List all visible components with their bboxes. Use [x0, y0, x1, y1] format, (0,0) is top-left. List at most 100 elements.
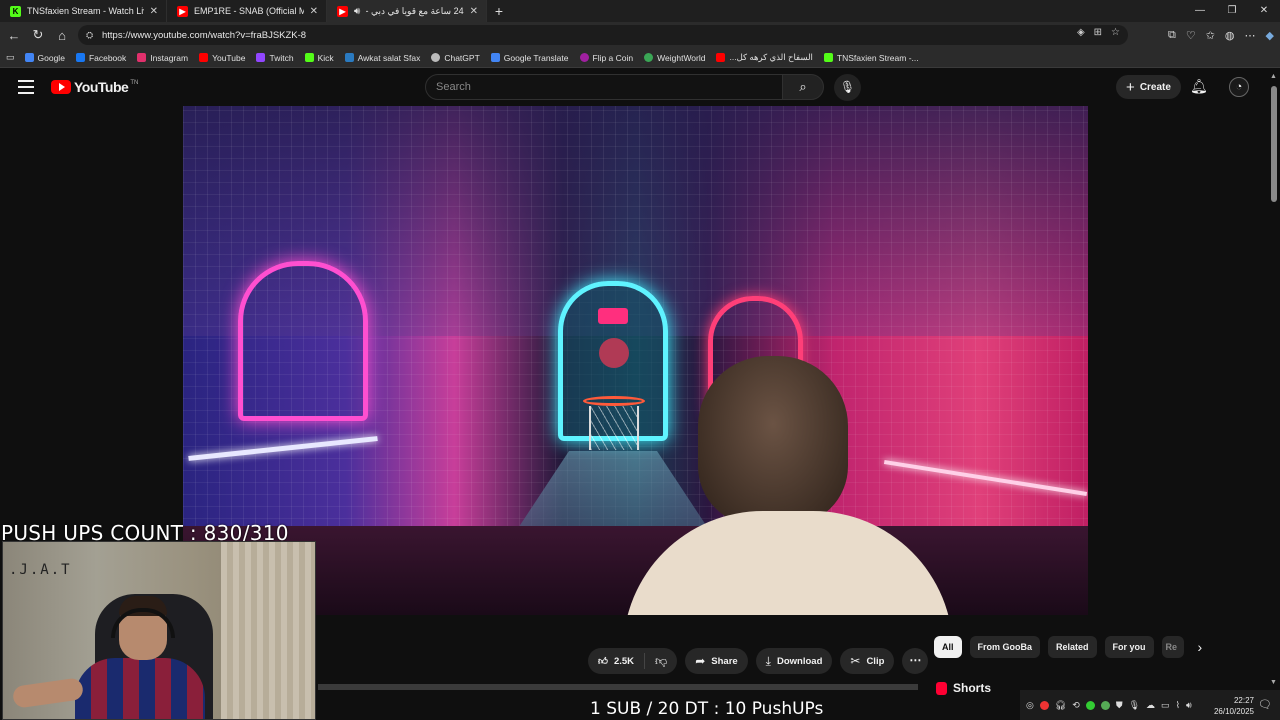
minimize-icon[interactable]: —	[1184, 0, 1216, 22]
home-icon[interactable]: ⌂	[50, 28, 74, 43]
clip-button[interactable]: ✂ Clip	[840, 648, 895, 674]
youtube-header: YouTube TN Search ⌕ 🎙︎ + Create 🔔︎ ◔	[0, 69, 1268, 106]
bookmark-youtube[interactable]: YouTube	[199, 53, 245, 63]
scrollbar-thumb[interactable]	[1271, 86, 1277, 202]
reload-icon[interactable]: ↻	[26, 27, 50, 43]
bookmark-weightworld[interactable]: WeightWorld	[644, 53, 705, 63]
site-info-icon[interactable]: ⛭	[86, 30, 96, 41]
maximize-icon[interactable]: ❐	[1216, 0, 1248, 22]
bookmark-chatgpt[interactable]: ChatGPT	[431, 53, 480, 63]
close-icon[interactable]: ✕	[150, 6, 158, 17]
notification-center-icon[interactable]: 🗨︎	[1258, 698, 1272, 711]
browser-essentials-icon[interactable]: ♡	[1186, 29, 1196, 42]
translate-icon	[490, 53, 500, 62]
favorites-icon[interactable]: ✩	[1206, 29, 1215, 42]
browser-tab[interactable]: K TNSfaxien Stream - Watch Live on ✕	[0, 0, 167, 22]
tracking-icon[interactable]: ◈	[1077, 27, 1085, 38]
close-icon[interactable]: ✕	[470, 6, 478, 17]
speaker-icon[interactable]: 🔊︎	[354, 6, 360, 17]
kick-icon	[823, 53, 833, 62]
like-button[interactable]: 👍︎ 2.5K	[588, 653, 646, 669]
favorite-star-icon[interactable]: ☆	[1111, 27, 1120, 38]
nvidia-icon[interactable]	[1085, 700, 1095, 710]
profile-icon[interactable]: ◍	[1225, 29, 1235, 42]
instagram-icon	[137, 53, 147, 62]
dislike-button[interactable]: 👎︎	[645, 654, 677, 669]
notifications-bell-icon[interactable]: 🔔︎	[1190, 78, 1208, 95]
app-available-icon[interactable]: ⊞	[1094, 27, 1102, 38]
create-button[interactable]: + Create	[1116, 75, 1181, 99]
chip-related[interactable]: Related	[1048, 636, 1097, 658]
video-player[interactable]	[183, 106, 1088, 615]
system-clock[interactable]: 22:27 26/10/2025	[1214, 695, 1254, 717]
clock-date: 26/10/2025	[1213, 707, 1254, 716]
new-tab-button[interactable]: +	[487, 3, 511, 19]
search-button[interactable]: ⌕	[782, 74, 824, 100]
more-menu-icon[interactable]: ⋯	[1245, 29, 1256, 42]
share-button[interactable]: ➦ Share	[685, 648, 748, 674]
url-bar[interactable]: ⛭ https://www.youtube.com/watch?v=fraBJS…	[78, 25, 1128, 45]
avatar[interactable]: ◔	[1229, 77, 1249, 97]
chip-all[interactable]: All	[934, 636, 962, 658]
chevron-right-icon[interactable]: ›	[1198, 639, 1203, 655]
close-icon[interactable]: ✕	[310, 6, 318, 17]
shorts-label: Shorts	[953, 681, 992, 695]
bookmark-label: Flip a Coin	[592, 52, 634, 63]
extensions-icon[interactable]: ⧉	[1168, 29, 1176, 42]
monitor-icon[interactable]: ▭	[1161, 700, 1170, 711]
content-divider	[318, 684, 918, 690]
search-input[interactable]: Search	[425, 74, 783, 100]
youtube-icon	[199, 53, 209, 62]
download-label: Download	[776, 655, 823, 667]
bookmark-arabic-video[interactable]: السفاح الذي كرهه كل...	[716, 52, 813, 63]
scroll-down-icon[interactable]: ▼	[1270, 679, 1277, 686]
address-bar-row: ← ↻ ⌂ ⛭ https://www.youtube.com/watch?v=…	[0, 22, 1280, 48]
download-icon: ⤓	[765, 653, 771, 668]
hamburger-menu-icon[interactable]	[18, 80, 34, 94]
bookmark-google-translate[interactable]: Google Translate	[490, 53, 569, 63]
bookmark-flip-a-coin[interactable]: Flip a Coin	[579, 52, 634, 63]
browser-tab-active[interactable]: ▶ 🔊︎ 24 ساعة مع قويا في دبي - be ✕	[327, 0, 487, 22]
bookmark-menu-icon[interactable]: ▭	[6, 52, 15, 63]
chip-for-you[interactable]: For you	[1104, 636, 1154, 658]
headphones-icon[interactable]: 🎧︎	[1055, 700, 1066, 711]
video-person-head	[698, 356, 848, 526]
wifi-icon[interactable]: ⌇	[1176, 700, 1180, 711]
close-window-icon[interactable]: ✕	[1248, 0, 1280, 22]
bookmark-kick[interactable]: Kick	[304, 53, 334, 63]
bookmark-google[interactable]: Google	[24, 53, 65, 63]
steam-icon[interactable]	[1100, 700, 1110, 710]
cloud-icon[interactable]: ☁︎	[1146, 700, 1155, 711]
coin-icon	[579, 53, 589, 62]
chip-from-channel[interactable]: From GooBa	[969, 636, 1041, 658]
chatgpt-icon	[431, 53, 441, 62]
bookmark-tnsfaxien[interactable]: TNSfaxien Stream -...	[823, 53, 919, 63]
window-controls: — ❐ ✕	[1184, 0, 1280, 22]
bookmark-awkat-salat[interactable]: Awkat salat Sfax	[344, 53, 420, 63]
bookmark-instagram[interactable]: Instagram	[137, 53, 188, 63]
browser-tab[interactable]: ▶ EMP1RE - SNAB (Official Music Vi ✕	[167, 0, 327, 22]
share-tray-icon[interactable]: ⟲	[1072, 700, 1080, 711]
voice-search-button[interactable]: 🎙︎	[834, 74, 861, 101]
clock-time: 22:27	[1233, 696, 1254, 705]
shield-icon[interactable]: ⛊	[1116, 700, 1123, 711]
volume-icon[interactable]: 🔊︎	[1186, 700, 1192, 711]
omnibox-actions: ◈ ⊞ ☆	[1077, 27, 1120, 38]
youtube-logo[interactable]: YouTube TN	[51, 79, 138, 95]
chip-recent[interactable]: Re	[1161, 636, 1184, 658]
scroll-up-icon[interactable]: ▲	[1270, 73, 1277, 80]
back-icon[interactable]: ←	[2, 28, 26, 43]
page-scrollbar[interactable]: ▲ ▼	[1268, 69, 1280, 690]
bookmark-twitch[interactable]: Twitch	[256, 53, 294, 63]
scissors-icon: ✂	[850, 654, 861, 668]
tab-title: TNSfaxien Stream - Watch Live on	[27, 6, 144, 16]
more-actions-button[interactable]: ⋯	[902, 648, 929, 674]
mic-tray-icon[interactable]: 🎙︎	[1129, 700, 1140, 711]
record-icon[interactable]	[1039, 700, 1049, 710]
copilot-icon[interactable]: ◆	[1266, 29, 1274, 42]
download-button[interactable]: ⤓ Download	[755, 648, 833, 674]
bookmark-facebook[interactable]: Facebook	[75, 53, 126, 63]
app-icon[interactable]: ◎	[1026, 700, 1034, 711]
shorts-heading: Shorts	[936, 681, 991, 695]
url-text: https://www.youtube.com/watch?v=fraBJSKZ…	[102, 29, 307, 41]
